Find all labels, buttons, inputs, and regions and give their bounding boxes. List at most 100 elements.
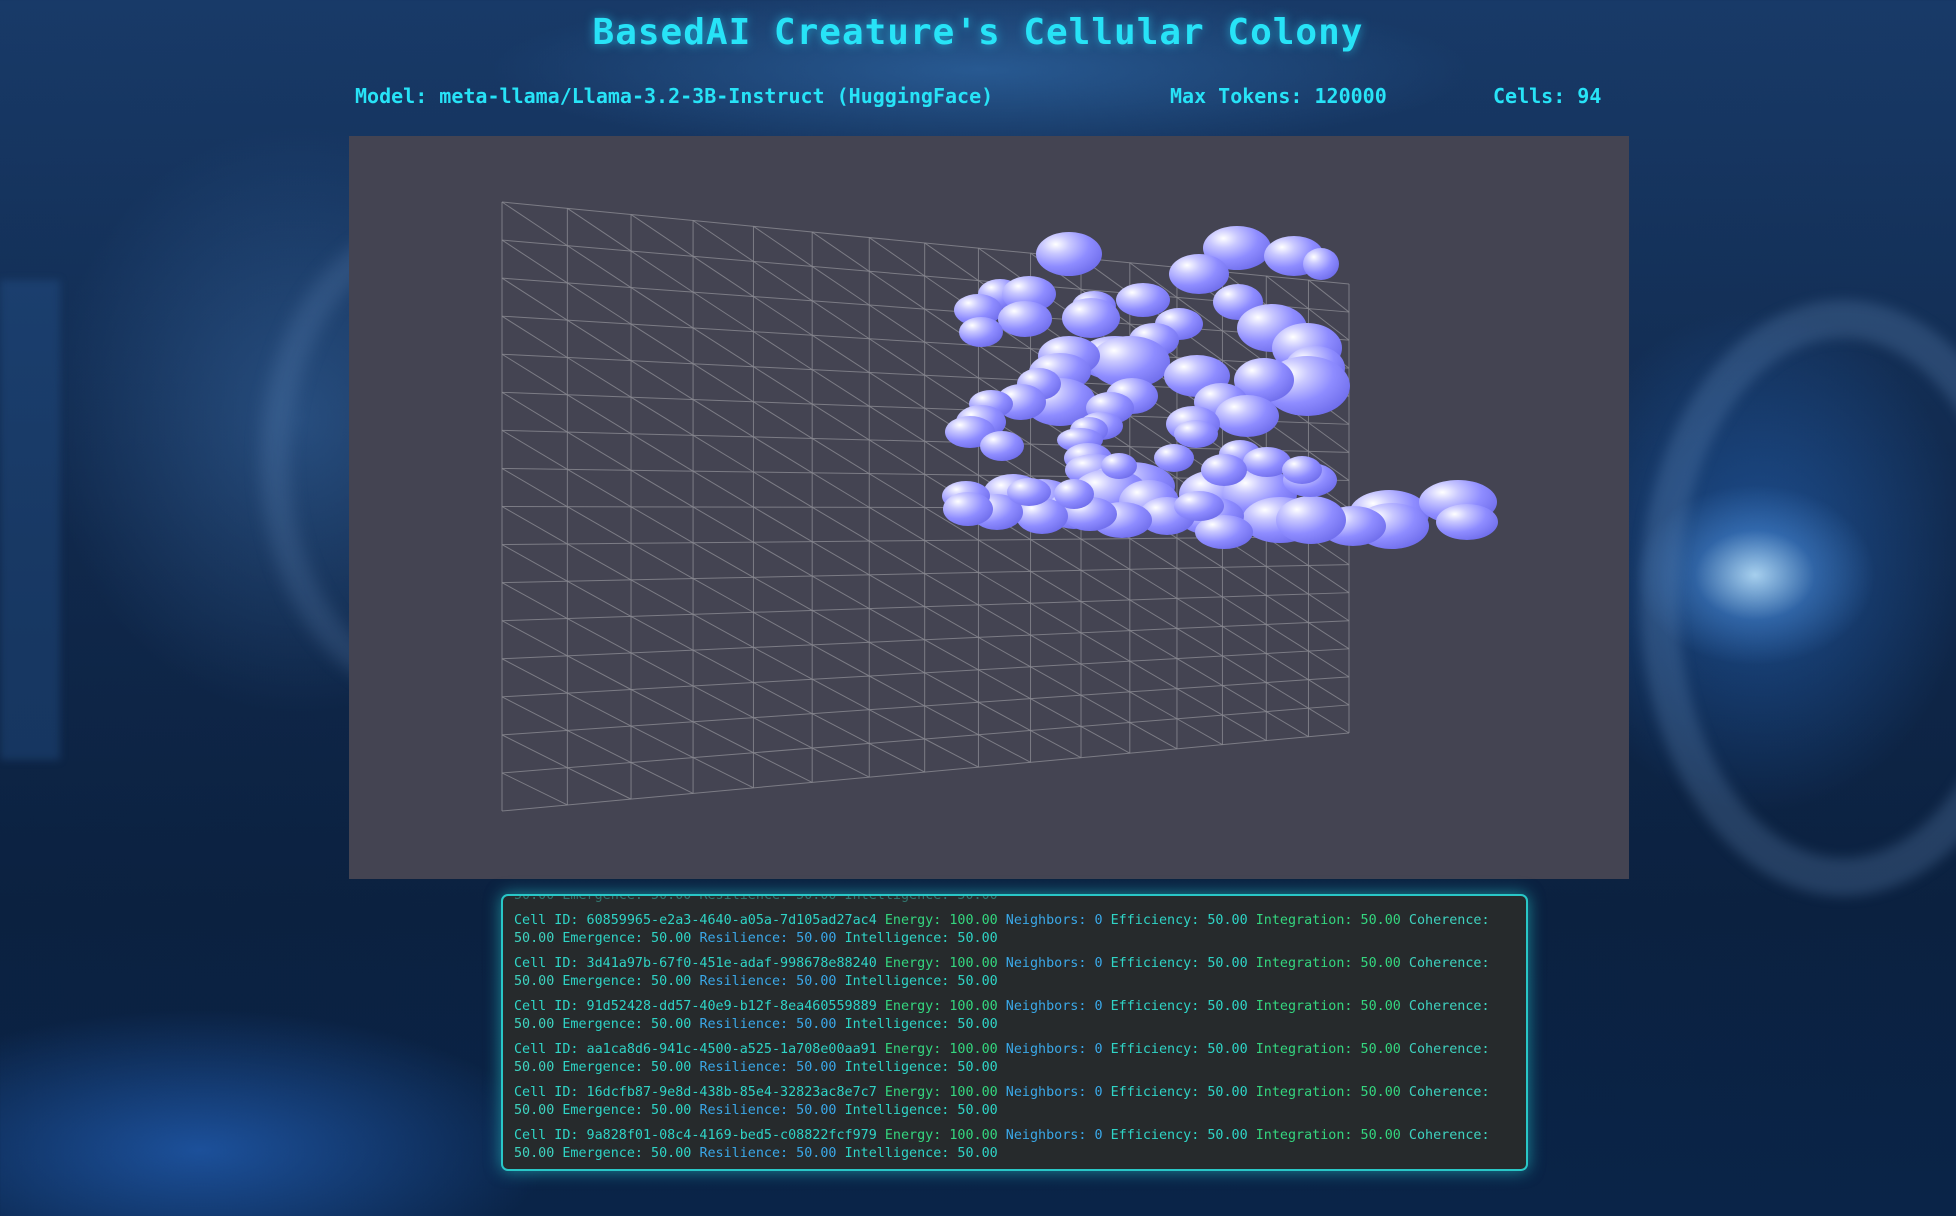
grid-line bbox=[869, 574, 925, 608]
grid-line bbox=[869, 675, 925, 707]
log-field-efficiency: Efficiency: 50.00 bbox=[1110, 999, 1248, 1014]
cell-log-list: 50.00 Emergence: 50.00 Resilience: 50.00… bbox=[514, 894, 1516, 1169]
grid-line bbox=[692, 578, 754, 613]
grid-line bbox=[692, 613, 754, 648]
grid-line bbox=[1176, 597, 1223, 627]
grid-line bbox=[978, 572, 1031, 604]
grid-line bbox=[811, 300, 870, 340]
grid-line bbox=[501, 277, 568, 321]
log-field-integration: Integration: 50.00 bbox=[1255, 956, 1401, 971]
grid-line bbox=[753, 506, 813, 543]
grid-line bbox=[811, 266, 870, 306]
grid-line bbox=[1129, 722, 1178, 750]
log-field-intelligence: Intelligence: 50.00 bbox=[844, 974, 998, 989]
grid-line bbox=[501, 468, 568, 508]
log-field-intelligence: Intelligence: 50.00 bbox=[844, 1060, 998, 1075]
log-field-neighbors: Neighbors: 0 bbox=[1005, 913, 1103, 928]
log-field-resilience: Resilience: 50.00 bbox=[699, 974, 837, 989]
grid-line bbox=[924, 242, 979, 281]
grid-line bbox=[501, 734, 568, 769]
grid-line bbox=[1080, 694, 1131, 723]
grid-line bbox=[1080, 663, 1131, 693]
cell-sphere bbox=[1036, 232, 1102, 276]
cell-sphere bbox=[1436, 504, 1498, 540]
log-field-efficiency: Efficiency: 50.00 bbox=[1110, 913, 1248, 928]
grid-line bbox=[692, 255, 754, 297]
log-entry-text: 50.00 Emergence: 50.00 Resilience: 50.00… bbox=[514, 894, 998, 903]
log-field-resilience: Resilience: 50.00 bbox=[699, 1146, 837, 1161]
log-field-id: Cell ID: 3d41a97b-67f0-451e-adaf-998678e… bbox=[514, 956, 877, 971]
log-field-emergence: Emergence: 50.00 bbox=[562, 974, 692, 989]
grid-line bbox=[869, 608, 925, 641]
grid-line bbox=[567, 543, 632, 581]
grid-line bbox=[1308, 593, 1350, 622]
cell-sphere bbox=[1201, 454, 1247, 486]
grid-line bbox=[1222, 626, 1267, 654]
grid-line bbox=[567, 618, 632, 654]
grid-line bbox=[1030, 730, 1082, 759]
grid-line bbox=[630, 250, 694, 293]
cell-sphere bbox=[1169, 254, 1229, 294]
log-entry: Cell ID: 60859965-e2a3-4640-a05a-7d105ad… bbox=[514, 912, 1516, 948]
grid-line bbox=[630, 214, 694, 257]
grid-line bbox=[924, 705, 979, 736]
grid-line bbox=[1129, 691, 1178, 720]
grid-line bbox=[692, 470, 754, 508]
cell-log-panel[interactable]: 50.00 Emergence: 50.00 Resilience: 50.00… bbox=[501, 894, 1528, 1171]
background-decoration bbox=[0, 280, 60, 760]
grid-line bbox=[924, 341, 979, 379]
log-field-resilience: Resilience: 50.00 bbox=[699, 1103, 837, 1118]
log-field-emergence: Emergence: 50.00 bbox=[562, 1103, 692, 1118]
colony-3d-viewport[interactable] bbox=[349, 136, 1629, 879]
grid-line bbox=[869, 743, 925, 773]
grid-line bbox=[811, 609, 870, 643]
grid-line bbox=[924, 639, 979, 671]
grid-line bbox=[630, 652, 694, 687]
grid-line bbox=[692, 542, 754, 578]
grid-line bbox=[753, 331, 813, 371]
max-tokens-info: Max Tokens: 120000 bbox=[1170, 84, 1387, 108]
grid-line bbox=[753, 541, 813, 577]
log-field-efficiency: Efficiency: 50.00 bbox=[1110, 1042, 1248, 1057]
cell-sphere bbox=[980, 431, 1024, 461]
grid-line bbox=[1266, 595, 1309, 623]
grid-line bbox=[630, 579, 694, 615]
grid-line bbox=[869, 540, 925, 575]
log-field-intelligence: Intelligence: 50.00 bbox=[844, 1017, 998, 1032]
grid-line bbox=[692, 363, 754, 403]
grid-line bbox=[630, 506, 694, 544]
grid-line bbox=[630, 542, 694, 579]
page-title: BasedAI Creature's Cellular Colony bbox=[592, 12, 1364, 53]
grid-line bbox=[1030, 634, 1082, 665]
log-field-neighbors: Neighbors: 0 bbox=[1005, 1085, 1103, 1100]
grid-line bbox=[868, 237, 925, 277]
grid-line bbox=[501, 772, 568, 806]
cell-sphere bbox=[1007, 478, 1051, 506]
grid-line bbox=[1176, 688, 1223, 716]
grid-line bbox=[692, 399, 754, 438]
log-field-energy: Energy: 100.00 bbox=[884, 1085, 998, 1100]
grid-line bbox=[924, 606, 979, 638]
grid-line bbox=[630, 360, 694, 400]
log-field-intelligence: Intelligence: 50.00 bbox=[844, 1146, 998, 1161]
log-field-intelligence: Intelligence: 50.00 bbox=[844, 931, 998, 946]
log-field-neighbors: Neighbors: 0 bbox=[1005, 1128, 1103, 1143]
grid-line bbox=[868, 405, 925, 442]
grid-line bbox=[924, 573, 979, 606]
grid-line bbox=[1222, 596, 1267, 625]
grid-line bbox=[868, 372, 925, 409]
cell-sphere bbox=[998, 301, 1052, 337]
grid-line bbox=[630, 396, 694, 436]
grid-line bbox=[753, 752, 813, 783]
grid-line bbox=[1176, 628, 1223, 657]
grid-line bbox=[501, 353, 568, 396]
log-field-integration: Integration: 50.00 bbox=[1255, 1042, 1401, 1057]
log-field-energy: Energy: 100.00 bbox=[884, 1042, 998, 1057]
log-field-integration: Integration: 50.00 bbox=[1255, 1128, 1401, 1143]
grid-line bbox=[1080, 601, 1131, 632]
grid-line bbox=[868, 338, 925, 376]
grid-line bbox=[1129, 599, 1178, 629]
grid-line bbox=[1222, 714, 1267, 742]
log-entry: Cell ID: aa1ca8d6-941c-4500-a525-1a708e0… bbox=[514, 1041, 1516, 1077]
colony-scene[interactable] bbox=[349, 136, 1629, 879]
